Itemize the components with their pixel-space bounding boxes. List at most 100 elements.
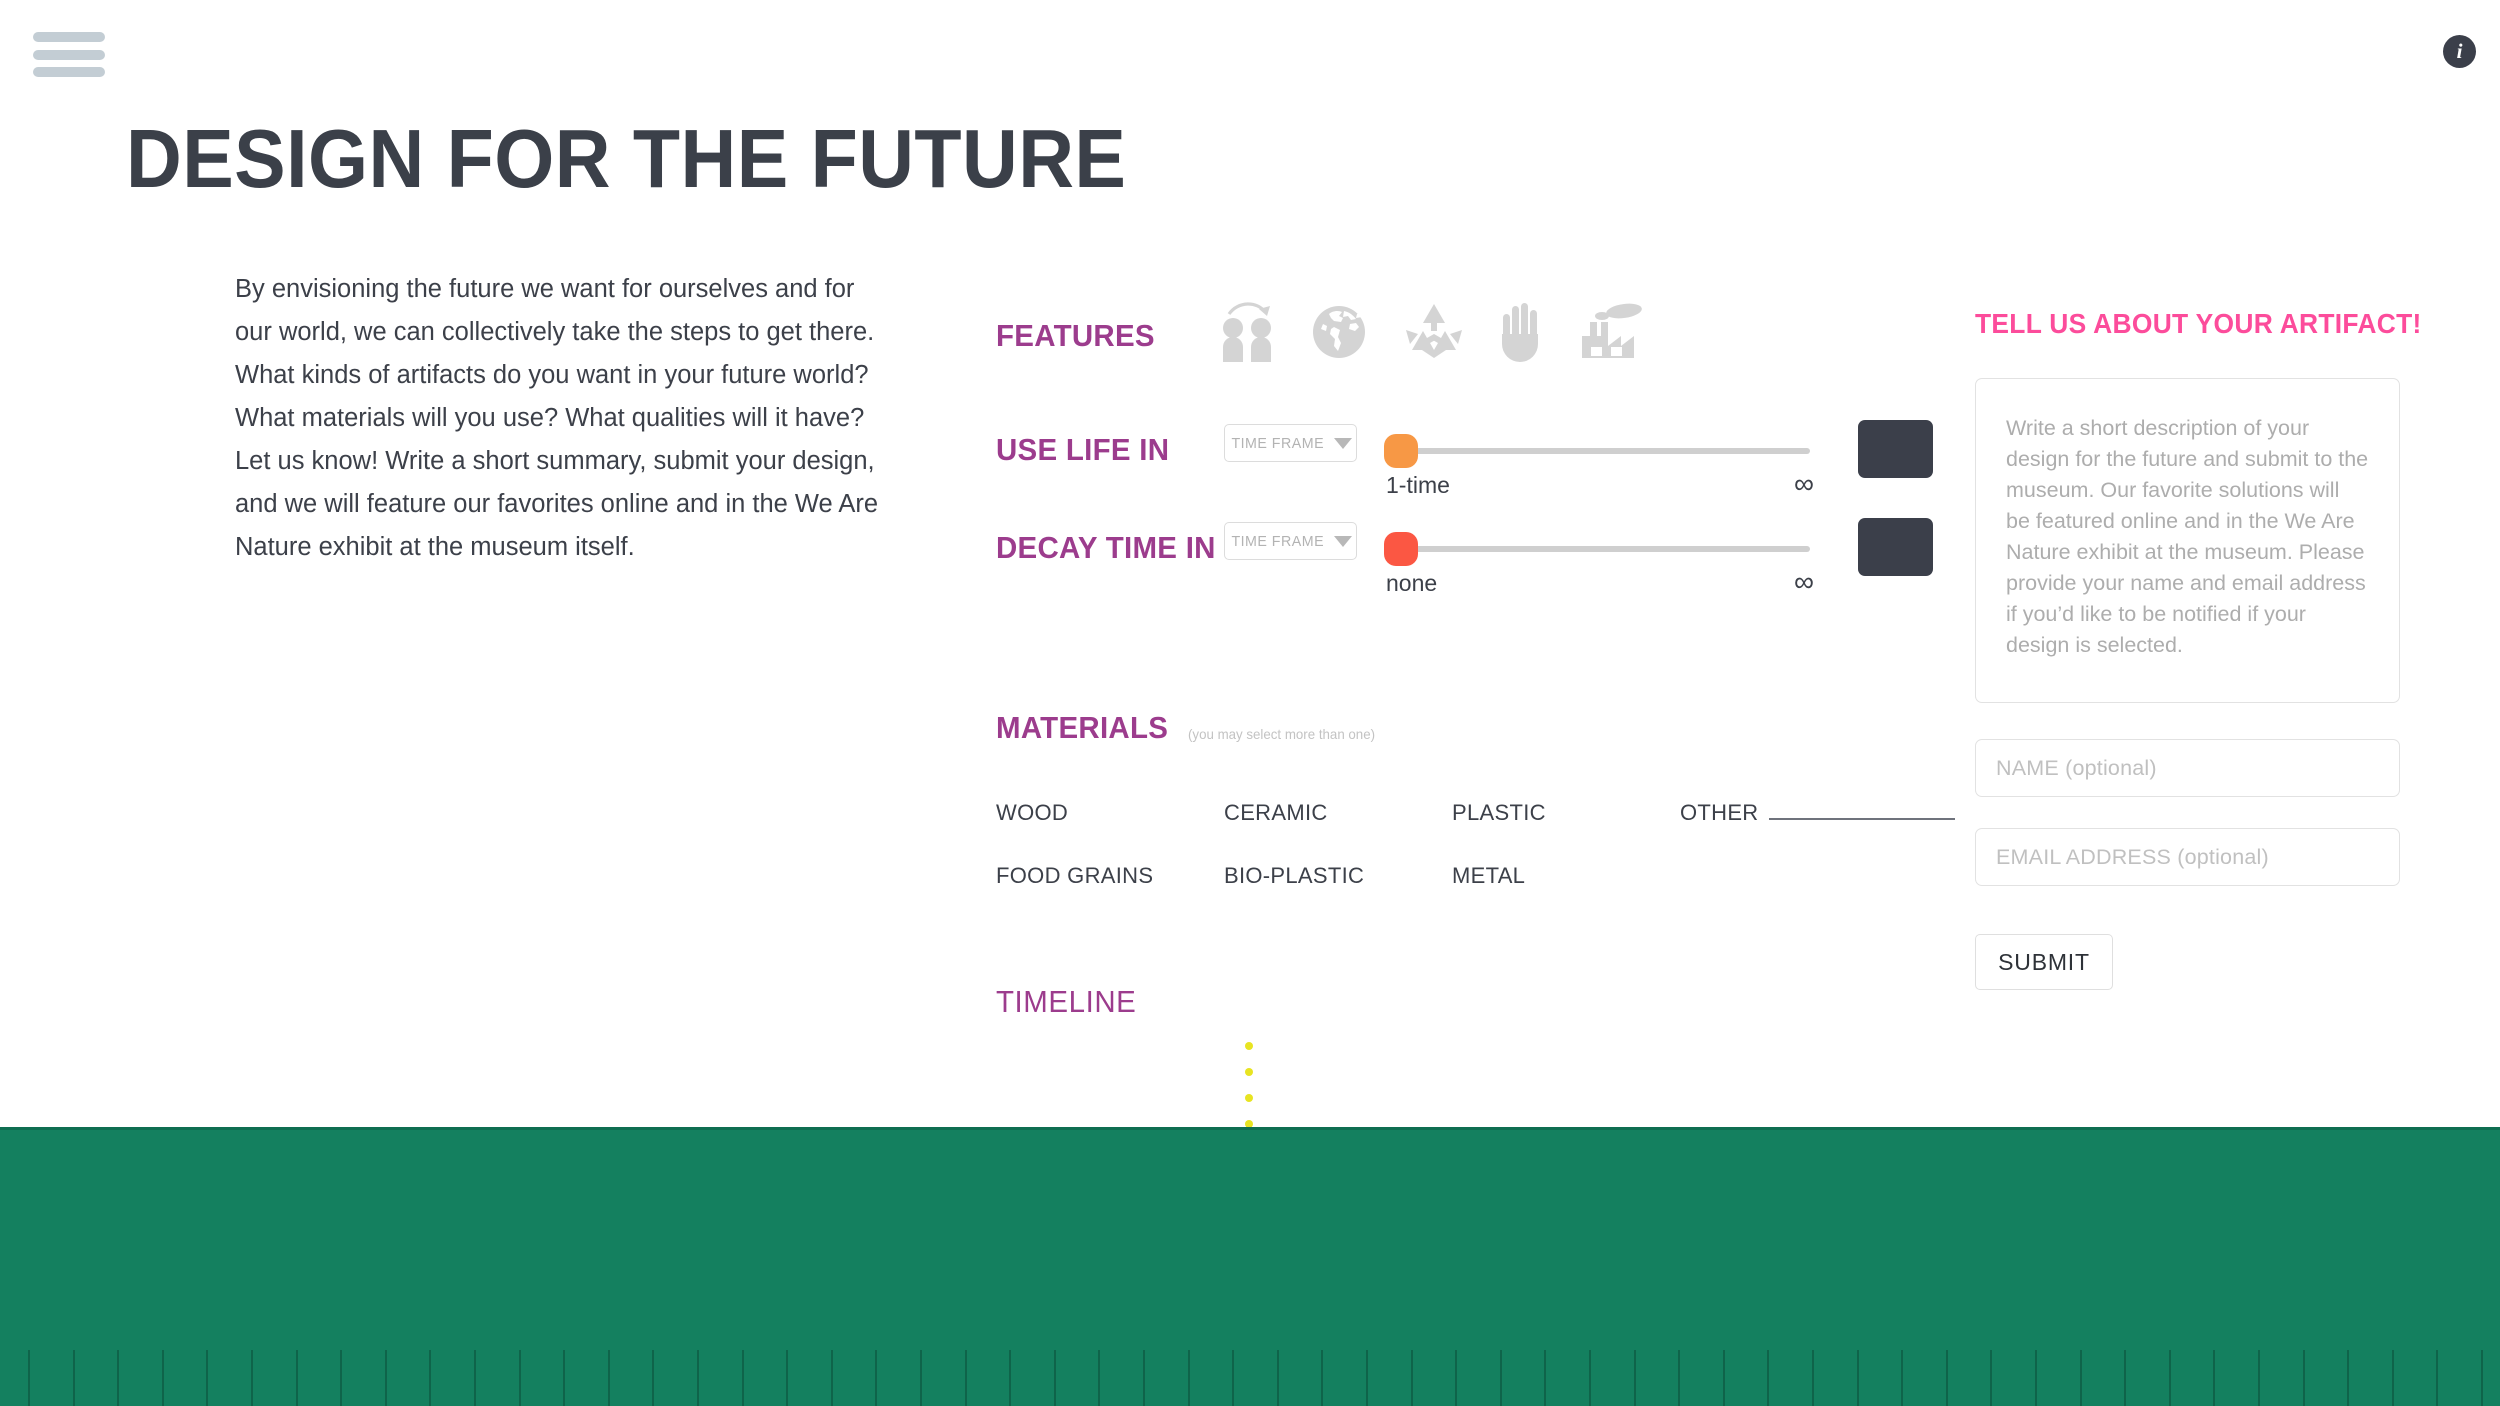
ruler-tick bbox=[964, 1350, 967, 1406]
material-other-input[interactable] bbox=[1768, 818, 1955, 820]
materials-section-header: MATERIALS (you may select more than one) bbox=[996, 710, 1385, 746]
ruler-tick bbox=[384, 1350, 387, 1406]
ruler-tick bbox=[1722, 1350, 1725, 1406]
ruler-tick bbox=[1589, 1350, 1591, 1406]
people-sharing-icon[interactable] bbox=[1218, 300, 1276, 362]
ruler-tick bbox=[1945, 1350, 1948, 1406]
ruler-tick bbox=[1143, 1350, 1145, 1406]
features-section: FEATURES bbox=[996, 302, 1642, 362]
ruler-tick bbox=[1678, 1350, 1681, 1406]
ruler-tick bbox=[1901, 1350, 1904, 1406]
ruler-tick bbox=[295, 1350, 298, 1406]
ruler-tick bbox=[1633, 1350, 1636, 1406]
ruler-tick bbox=[1499, 1350, 1502, 1406]
green-footer-band bbox=[0, 1127, 2500, 1406]
ruler-tick bbox=[2302, 1350, 2305, 1406]
timeline-dot bbox=[1245, 1094, 1253, 1102]
form-title: TELL US ABOUT YOUR ARTIFACT! bbox=[1975, 308, 2422, 339]
timeline-label: TIMELINE bbox=[996, 984, 1137, 1019]
use-life-max-label: ∞ bbox=[1794, 468, 1814, 499]
email-placeholder: EMAIL ADDRESS (optional) bbox=[1996, 844, 2269, 869]
timeline-ruler-ticks bbox=[0, 1350, 2500, 1406]
ruler-tick bbox=[741, 1350, 744, 1406]
decay-time-color-swatch[interactable] bbox=[1858, 518, 1933, 576]
ruler-tick bbox=[2481, 1350, 2483, 1406]
ruler-tick bbox=[161, 1350, 164, 1406]
material-option-metal[interactable]: METAL bbox=[1452, 863, 1680, 889]
ruler-tick bbox=[28, 1350, 30, 1406]
factory-icon[interactable] bbox=[1578, 300, 1644, 362]
use-life-slider-track[interactable] bbox=[1398, 448, 1810, 454]
ruler-tick bbox=[1767, 1350, 1770, 1406]
ruler-tick bbox=[697, 1350, 699, 1406]
materials-label: MATERIALS bbox=[996, 710, 1169, 745]
decay-time-slider-handle[interactable] bbox=[1384, 532, 1418, 566]
ruler-tick bbox=[340, 1350, 343, 1406]
decay-time-label: DECAY TIME IN bbox=[996, 530, 1216, 565]
ruler-tick bbox=[474, 1350, 476, 1406]
globe-icon[interactable] bbox=[1310, 300, 1370, 362]
ruler-tick bbox=[2436, 1350, 2439, 1406]
ruler-tick bbox=[1321, 1350, 1324, 1406]
ruler-tick bbox=[830, 1350, 833, 1406]
ruler-tick bbox=[1856, 1350, 1859, 1406]
chevron-down-icon bbox=[1334, 535, 1353, 547]
ruler-tick bbox=[786, 1350, 789, 1406]
hamburger-bar bbox=[33, 32, 105, 42]
ruler-tick bbox=[563, 1350, 566, 1406]
recycle-icon[interactable] bbox=[1404, 300, 1464, 362]
description-textarea[interactable]: Write a short description of your design… bbox=[1975, 378, 2400, 703]
intro-paragraph: By envisioning the future we want for ou… bbox=[235, 275, 879, 561]
ruler-tick bbox=[1009, 1350, 1012, 1406]
features-label: FEATURES bbox=[996, 318, 1155, 353]
ruler-tick bbox=[2124, 1350, 2127, 1406]
ruler-tick bbox=[429, 1350, 432, 1406]
material-other-label: OTHER bbox=[1680, 800, 1759, 825]
decay-time-min-label: none bbox=[1386, 570, 1438, 596]
use-life-min-label: 1-time bbox=[1386, 472, 1450, 498]
timeline-dot bbox=[1245, 1068, 1253, 1076]
ruler-tick bbox=[1990, 1350, 1993, 1406]
use-life-color-swatch[interactable] bbox=[1858, 420, 1933, 478]
hamburger-menu-icon[interactable] bbox=[33, 32, 105, 77]
ruler-tick bbox=[251, 1350, 253, 1406]
materials-hint: (you may select more than one) bbox=[1188, 726, 1376, 742]
ruler-tick bbox=[1276, 1350, 1279, 1406]
info-icon[interactable]: i bbox=[2443, 35, 2476, 68]
ruler-tick bbox=[607, 1350, 610, 1406]
ruler-tick bbox=[1366, 1350, 1368, 1406]
materials-options-grid: WOOD CERAMIC PLASTIC OTHER FOOD GRAINS B… bbox=[996, 800, 1955, 889]
ruler-tick bbox=[518, 1350, 521, 1406]
submit-button[interactable]: SUBMIT bbox=[1975, 934, 2113, 990]
info-icon-label: i bbox=[2456, 39, 2463, 63]
material-option-bio-plastic[interactable]: BIO-PLASTIC bbox=[1224, 863, 1452, 889]
material-option-other[interactable]: OTHER bbox=[1680, 800, 1955, 826]
material-option-ceramic[interactable]: CERAMIC bbox=[1224, 800, 1452, 826]
ruler-tick bbox=[1812, 1350, 1814, 1406]
decay-time-time-frame-value: TIME FRAME bbox=[1231, 532, 1324, 550]
hand-stop-icon[interactable] bbox=[1498, 300, 1544, 362]
ruler-tick bbox=[1455, 1350, 1458, 1406]
use-life-slider-handle[interactable] bbox=[1384, 434, 1418, 468]
timeline-dot bbox=[1245, 1042, 1253, 1050]
features-icon-row bbox=[1218, 300, 1644, 362]
decay-time-slider-track[interactable] bbox=[1398, 546, 1810, 552]
material-option-wood[interactable]: WOOD bbox=[996, 800, 1224, 826]
use-life-time-frame-dropdown[interactable]: TIME FRAME bbox=[1224, 424, 1357, 462]
materials-grid-spacer bbox=[1680, 863, 1955, 889]
material-option-plastic[interactable]: PLASTIC bbox=[1452, 800, 1680, 826]
ruler-tick bbox=[1410, 1350, 1413, 1406]
ruler-tick bbox=[2035, 1350, 2037, 1406]
ruler-tick bbox=[2168, 1350, 2171, 1406]
ruler-tick bbox=[1098, 1350, 1101, 1406]
timeline-section-header: TIMELINE bbox=[996, 984, 1144, 1020]
name-field[interactable]: NAME (optional) bbox=[1975, 739, 2400, 797]
ruler-tick bbox=[2258, 1350, 2260, 1406]
ruler-tick bbox=[117, 1350, 120, 1406]
ruler-tick bbox=[206, 1350, 209, 1406]
ruler-tick bbox=[2391, 1350, 2394, 1406]
email-field[interactable]: EMAIL ADDRESS (optional) bbox=[1975, 828, 2400, 886]
hamburger-bar bbox=[33, 49, 105, 60]
decay-time-time-frame-dropdown[interactable]: TIME FRAME bbox=[1224, 522, 1357, 560]
material-option-food-grains[interactable]: FOOD GRAINS bbox=[996, 863, 1224, 889]
